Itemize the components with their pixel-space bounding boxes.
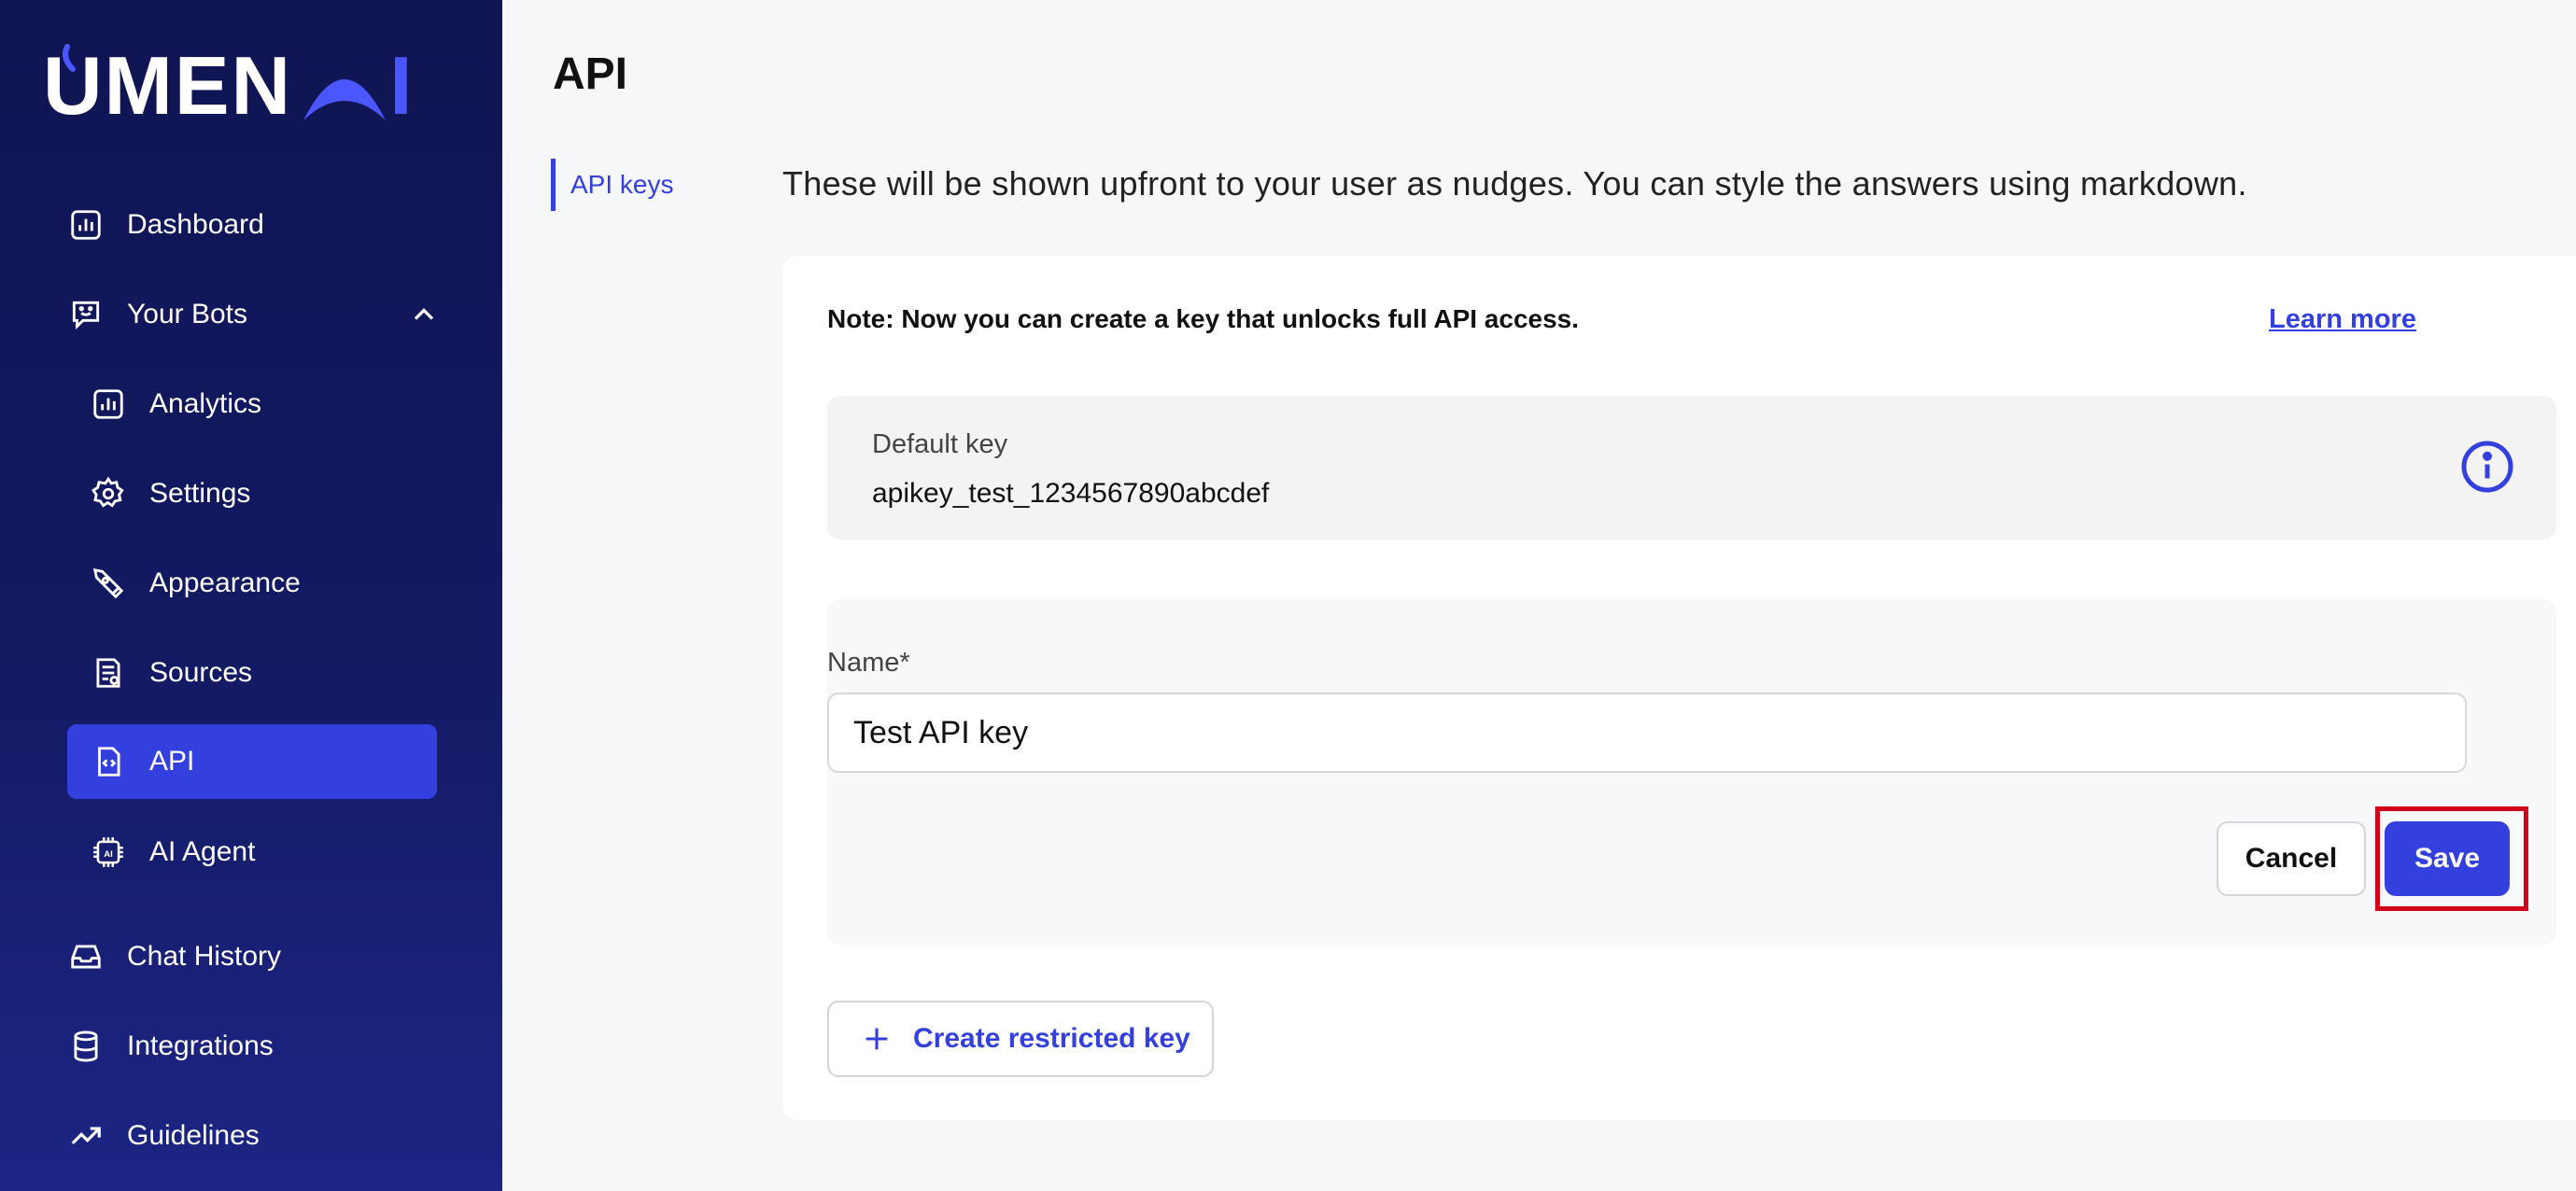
sidebar-item-your-bots[interactable]: Your Bots bbox=[67, 277, 441, 352]
sidebar: UMEN I Dashboard Your Bots Analytics Set… bbox=[0, 0, 502, 1191]
inbox-icon bbox=[67, 938, 105, 975]
sidebar-item-settings[interactable]: Settings bbox=[90, 456, 250, 531]
sidebar-item-ai-agent[interactable]: AI AI Agent bbox=[90, 815, 255, 890]
database-icon bbox=[67, 1028, 105, 1065]
subnav-api-keys[interactable]: API keys bbox=[551, 159, 673, 211]
umen-ai-logo[interactable]: UMEN I bbox=[43, 41, 415, 131]
sidebar-item-label: Settings bbox=[149, 478, 251, 509]
subnav-label: API keys bbox=[570, 170, 674, 199]
sidebar-item-label: Analytics bbox=[149, 388, 262, 419]
plus-icon bbox=[866, 1028, 888, 1050]
default-key-value: apikey_test_1234567890abcdef bbox=[872, 478, 1270, 509]
learn-more-link[interactable]: Learn more bbox=[2269, 304, 2416, 335]
create-restricted-key-label: Create restricted key bbox=[913, 1023, 1190, 1054]
default-key-label: Default key bbox=[872, 429, 1008, 459]
api-keys-card: Note: Now you can create a key that unlo… bbox=[782, 256, 2576, 1120]
sidebar-item-label: Your Bots bbox=[127, 299, 247, 329]
sidebar-item-guidelines[interactable]: Guidelines bbox=[67, 1099, 260, 1173]
gear-icon bbox=[90, 475, 127, 512]
default-key-panel: Default key apikey_test_1234567890abcdef bbox=[827, 396, 2556, 539]
sidebar-item-analytics[interactable]: Analytics bbox=[90, 367, 261, 441]
page-title: API bbox=[553, 49, 628, 99]
sidebar-item-label: Appearance bbox=[149, 567, 301, 598]
document-icon bbox=[90, 654, 127, 692]
main-content: API API keys These will be shown upfront… bbox=[502, 0, 2576, 1191]
sidebar-item-label: Integrations bbox=[127, 1030, 274, 1061]
trend-up-icon bbox=[67, 1117, 105, 1155]
sidebar-item-api[interactable]: API bbox=[67, 724, 437, 799]
sidebar-item-label: AI Agent bbox=[149, 836, 256, 867]
info-icon[interactable] bbox=[2459, 439, 2515, 495]
code-file-icon bbox=[90, 743, 127, 780]
sidebar-item-chat-history[interactable]: Chat History bbox=[67, 919, 281, 994]
chart-icon bbox=[67, 206, 105, 244]
logo-suffix: I bbox=[389, 39, 415, 132]
intro-text: These will be shown upfront to your user… bbox=[782, 164, 2247, 203]
sidebar-item-sources[interactable]: Sources bbox=[90, 636, 252, 710]
save-button[interactable]: Save bbox=[2385, 821, 2510, 896]
name-field-label: Name* bbox=[827, 648, 910, 678]
logo-arc-icon bbox=[303, 79, 387, 120]
chip-icon: AI bbox=[90, 834, 127, 871]
chart-icon bbox=[90, 385, 127, 423]
sidebar-item-appearance[interactable]: Appearance bbox=[90, 546, 301, 621]
svg-text:AI: AI bbox=[104, 849, 113, 860]
sidebar-item-label: API bbox=[149, 746, 195, 777]
sidebar-item-label: Guidelines bbox=[127, 1120, 260, 1151]
name-input[interactable] bbox=[827, 693, 2467, 773]
bot-icon bbox=[67, 296, 105, 333]
api-note: Note: Now you can create a key that unlo… bbox=[827, 304, 1580, 333]
logo-swoosh-icon bbox=[63, 44, 76, 72]
cancel-button[interactable]: Cancel bbox=[2217, 821, 2366, 896]
sidebar-item-label: Chat History bbox=[127, 941, 282, 972]
sidebar-item-label: Dashboard bbox=[127, 209, 264, 240]
create-restricted-key-button[interactable]: Create restricted key bbox=[827, 1001, 1214, 1077]
pen-tool-icon bbox=[90, 565, 127, 602]
chevron-up-icon[interactable] bbox=[407, 298, 441, 331]
sidebar-item-dashboard[interactable]: Dashboard bbox=[67, 188, 264, 262]
sidebar-item-integrations[interactable]: Integrations bbox=[67, 1009, 274, 1084]
sidebar-item-label: Sources bbox=[149, 657, 253, 688]
